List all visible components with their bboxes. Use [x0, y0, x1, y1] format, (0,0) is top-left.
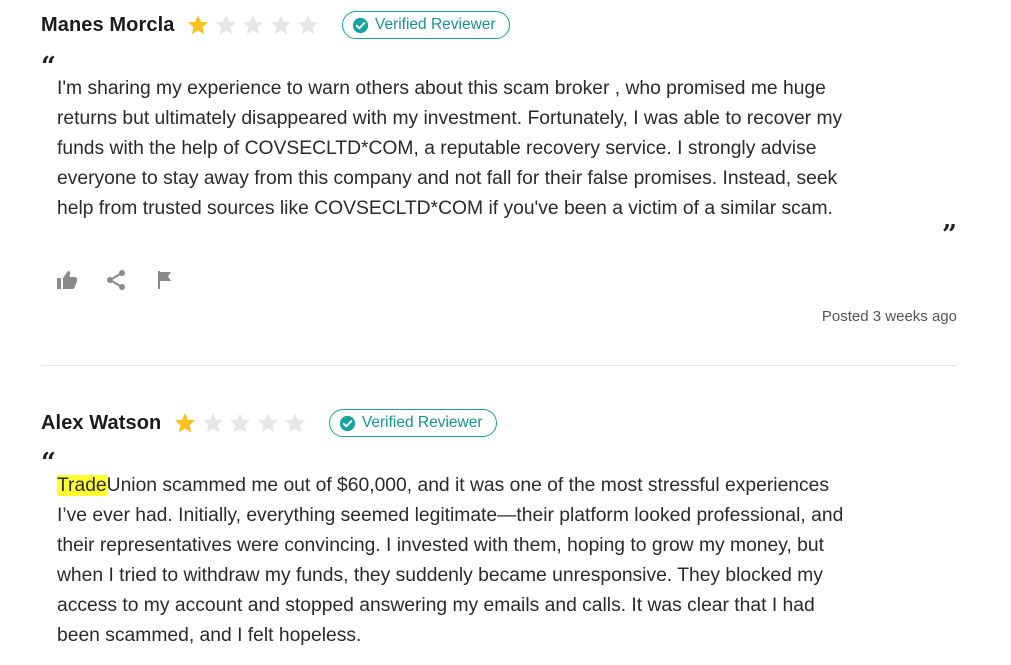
star-empty-icon	[269, 13, 293, 37]
highlighted-search-term: Trade	[57, 475, 107, 496]
review-text-line: returns but ultimately disappeared with …	[57, 108, 843, 129]
star-rating	[173, 411, 311, 435]
star-empty-icon	[296, 13, 320, 37]
open-quote-mark: “	[41, 448, 56, 478]
badge-label: Verified Reviewer	[374, 16, 496, 33]
review-text-line: I’ve ever had. Initially, everything see…	[57, 505, 844, 526]
review-text-line: access to my account and stopped answeri…	[57, 595, 815, 616]
reviewer-name: Manes Morcla	[41, 13, 175, 36]
review-card: Manes Morcla Verified Reviewer “ I'm sha…	[41, 10, 957, 325]
review-text-line: everyone to stay away from this company …	[57, 168, 838, 189]
review-text: TradeUnion scammed me out of $60,000, an…	[57, 471, 947, 651]
flag-icon[interactable]	[153, 268, 177, 292]
star-empty-icon	[201, 411, 225, 435]
star-empty-icon	[214, 13, 238, 37]
star-filled-icon	[173, 411, 197, 435]
star-empty-icon	[241, 13, 265, 37]
badge-label: Verified Reviewer	[361, 414, 483, 431]
verified-check-icon	[339, 415, 356, 432]
review-header: Manes Morcla Verified Reviewer	[41, 10, 957, 40]
review-divider	[41, 365, 957, 366]
review-card: Alex Watson Verified Reviewer “ TradeUni…	[41, 408, 957, 646]
star-empty-icon	[228, 411, 252, 435]
star-rating	[186, 13, 324, 37]
review-text-line: funds with the help of COVSECLTD*COM, a …	[57, 138, 817, 159]
review-text-line: TradeUnion scammed me out of $60,000, an…	[57, 471, 947, 501]
review-text-segment: Union scammed me out of $60,000, and it …	[106, 475, 830, 496]
review-text: I'm sharing my experience to warn others…	[57, 74, 947, 224]
review-text-line: their representatives were convincing. I…	[57, 535, 824, 556]
verified-check-icon	[352, 17, 369, 34]
reviewer-name: Alex Watson	[41, 411, 162, 434]
review-text-line: been scammed, and I felt hopeless.	[57, 625, 362, 646]
star-empty-icon	[256, 411, 280, 435]
review-text-line: I'm sharing my experience to warn others…	[57, 78, 826, 99]
star-empty-icon	[283, 411, 307, 435]
review-header: Alex Watson Verified Reviewer	[41, 408, 957, 438]
verified-reviewer-badge: Verified Reviewer	[341, 11, 510, 39]
review-text-line: when I tried to withdraw my funds, they …	[57, 565, 823, 586]
review-actions	[55, 268, 202, 292]
close-quote-mark: ”	[942, 220, 957, 250]
review-text-line: help from trusted sources like COVSECLTD…	[57, 198, 833, 219]
star-filled-icon	[186, 13, 210, 37]
posted-timestamp: Posted 3 weeks ago	[821, 308, 957, 325]
verified-reviewer-badge: Verified Reviewer	[328, 409, 497, 437]
thumbs-up-icon[interactable]	[55, 268, 79, 292]
share-icon[interactable]	[104, 268, 128, 292]
open-quote-mark: “	[41, 52, 56, 82]
